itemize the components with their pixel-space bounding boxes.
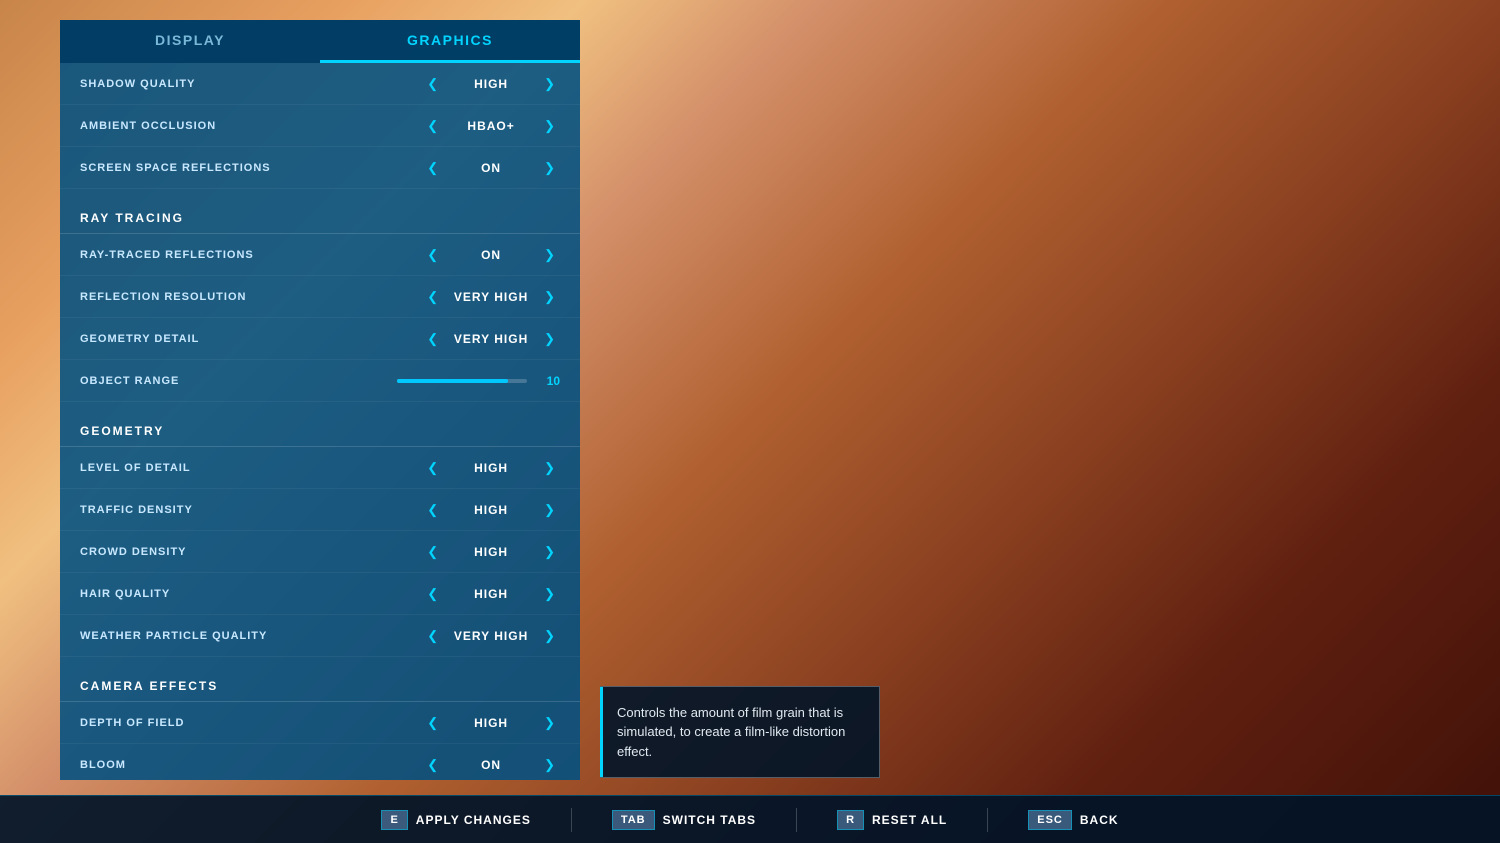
label-back: BACK [1080, 813, 1119, 827]
divider-3 [987, 808, 988, 832]
arrow-right-bloom[interactable]: ❯ [539, 755, 560, 775]
label-bloom: BLOOM [80, 759, 422, 771]
label-shadow-quality: SHADOW QUALITY [80, 78, 422, 90]
arrow-left-geodet[interactable]: ❮ [422, 329, 443, 349]
tooltip-text: Controls the amount of film grain that i… [617, 705, 845, 759]
tab-bar: DISPLAY GRAPHICS [60, 20, 580, 63]
setting-dof: DEPTH OF FIELD ❮ HIGH ❯ [60, 702, 580, 744]
setting-geometry-detail: GEOMETRY DETAIL ❮ VERY HIGH ❯ [60, 318, 580, 360]
arrow-left-ao[interactable]: ❮ [422, 116, 443, 136]
arrow-left-shadow[interactable]: ❮ [422, 74, 443, 94]
label-dof: DEPTH OF FIELD [80, 717, 422, 729]
arrow-left-traffic[interactable]: ❮ [422, 500, 443, 520]
settings-panel: DISPLAY GRAPHICS SHADOW QUALITY ❮ HIGH ❯… [60, 20, 580, 780]
arrow-left-crowd[interactable]: ❮ [422, 542, 443, 562]
label-reflection-res: REFLECTION RESOLUTION [80, 291, 422, 303]
value-rt-reflections: ON [451, 248, 531, 262]
setting-ambient-occlusion: AMBIENT OCCLUSION ❮ HBAO+ ❯ [60, 105, 580, 147]
setting-rt-reflections: RAY-TRACED REFLECTIONS ❮ ON ❯ [60, 234, 580, 276]
value-hair-quality: HIGH [451, 587, 531, 601]
setting-reflection-res: REFLECTION RESOLUTION ❮ VERY HIGH ❯ [60, 276, 580, 318]
value-lod: HIGH [451, 461, 531, 475]
key-switch: TAB [612, 810, 655, 830]
arrow-left-weather[interactable]: ❮ [422, 626, 443, 646]
label-switch: SWITCH TABS [663, 813, 756, 827]
arrow-left-lod[interactable]: ❮ [422, 458, 443, 478]
value-dof: HIGH [451, 716, 531, 730]
label-weather-particle: WEATHER PARTICLE QUALITY [80, 630, 422, 642]
value-crowd-density: HIGH [451, 545, 531, 559]
slider-fill-object-range [397, 379, 508, 383]
arrow-left-hair[interactable]: ❮ [422, 584, 443, 604]
value-object-range: 10 [535, 374, 560, 388]
label-object-range: OBJECT RANGE [80, 375, 397, 387]
setting-lod: LEVEL OF DETAIL ❮ HIGH ❯ [60, 447, 580, 489]
label-ssr: SCREEN SPACE REFLECTIONS [80, 162, 422, 174]
key-reset: R [837, 810, 864, 830]
tab-display[interactable]: DISPLAY [60, 20, 320, 63]
setting-ssr: SCREEN SPACE REFLECTIONS ❮ ON ❯ [60, 147, 580, 189]
arrow-right-ssr[interactable]: ❯ [539, 158, 560, 178]
value-traffic-density: HIGH [451, 503, 531, 517]
arrow-left-bloom[interactable]: ❮ [422, 755, 443, 775]
arrow-left-reflres[interactable]: ❮ [422, 287, 443, 307]
label-apply: APPLY CHANGES [416, 813, 531, 827]
setting-traffic-density: TRAFFIC DENSITY ❮ HIGH ❯ [60, 489, 580, 531]
divider-1 [571, 808, 572, 832]
setting-shadow-quality: SHADOW QUALITY ❮ HIGH ❯ [60, 63, 580, 105]
label-ambient-occlusion: AMBIENT OCCLUSION [80, 120, 422, 132]
tooltip-box: Controls the amount of film grain that i… [600, 686, 880, 779]
value-shadow-quality: HIGH [451, 77, 531, 91]
label-traffic-density: TRAFFIC DENSITY [80, 504, 422, 516]
action-apply: E APPLY CHANGES [381, 810, 530, 830]
arrow-right-traffic[interactable]: ❯ [539, 500, 560, 520]
arrow-left-dof[interactable]: ❮ [422, 713, 443, 733]
value-weather-particle: VERY HIGH [451, 629, 531, 643]
setting-crowd-density: CROWD DENSITY ❮ HIGH ❯ [60, 531, 580, 573]
setting-object-range: OBJECT RANGE 10 [60, 360, 580, 402]
arrow-left-ssr[interactable]: ❮ [422, 158, 443, 178]
label-geometry-detail: GEOMETRY DETAIL [80, 333, 422, 345]
arrow-right-shadow[interactable]: ❯ [539, 74, 560, 94]
section-ray-tracing: RAY TRACING [60, 197, 580, 234]
setting-hair-quality: HAIR QUALITY ❮ HIGH ❯ [60, 573, 580, 615]
label-hair-quality: HAIR QUALITY [80, 588, 422, 600]
slider-track-object-range[interactable] [397, 379, 527, 383]
label-lod: LEVEL OF DETAIL [80, 462, 422, 474]
value-bloom: ON [451, 758, 531, 772]
bottom-bar: E APPLY CHANGES TAB SWITCH TABS R RESET … [0, 795, 1500, 843]
value-ambient-occlusion: HBAO+ [451, 119, 531, 133]
setting-weather-particle: WEATHER PARTICLE QUALITY ❮ VERY HIGH ❯ [60, 615, 580, 657]
arrow-right-ao[interactable]: ❯ [539, 116, 560, 136]
value-ssr: ON [451, 161, 531, 175]
key-apply: E [381, 810, 407, 830]
value-geometry-detail: VERY HIGH [451, 332, 531, 346]
value-reflection-res: VERY HIGH [451, 290, 531, 304]
arrow-right-crowd[interactable]: ❯ [539, 542, 560, 562]
arrow-right-weather[interactable]: ❯ [539, 626, 560, 646]
arrow-left-rtr[interactable]: ❮ [422, 245, 443, 265]
action-switch: TAB SWITCH TABS [612, 810, 756, 830]
arrow-right-reflres[interactable]: ❯ [539, 287, 560, 307]
arrow-right-dof[interactable]: ❯ [539, 713, 560, 733]
key-back: ESC [1028, 810, 1072, 830]
section-camera-effects: CAMERA EFFECTS [60, 665, 580, 702]
label-rt-reflections: RAY-TRACED REFLECTIONS [80, 249, 422, 261]
section-geometry: GEOMETRY [60, 410, 580, 447]
setting-bloom: BLOOM ❮ ON ❯ [60, 744, 580, 780]
tab-graphics[interactable]: GRAPHICS [320, 20, 580, 63]
label-crowd-density: CROWD DENSITY [80, 546, 422, 558]
divider-2 [796, 808, 797, 832]
settings-content[interactable]: SHADOW QUALITY ❮ HIGH ❯ AMBIENT OCCLUSIO… [60, 63, 580, 780]
arrow-right-rtr[interactable]: ❯ [539, 245, 560, 265]
label-reset: RESET ALL [872, 813, 947, 827]
arrow-right-hair[interactable]: ❯ [539, 584, 560, 604]
action-reset[interactable]: R RESET ALL [837, 810, 947, 830]
arrow-right-lod[interactable]: ❯ [539, 458, 560, 478]
action-back[interactable]: ESC BACK [1028, 810, 1118, 830]
arrow-right-geodet[interactable]: ❯ [539, 329, 560, 349]
